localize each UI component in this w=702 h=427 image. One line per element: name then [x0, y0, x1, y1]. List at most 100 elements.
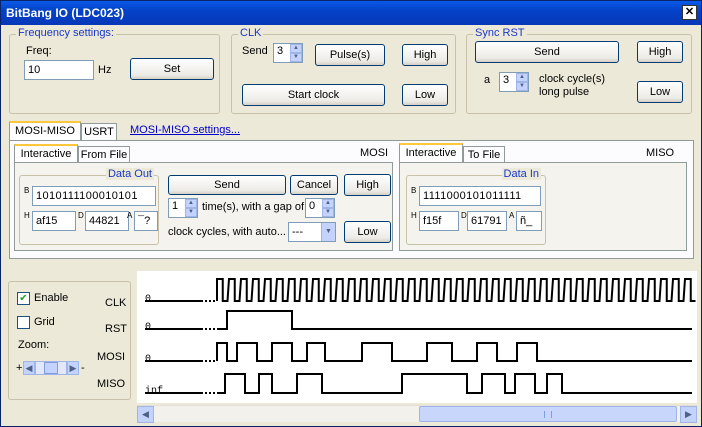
miso-b-label: B — [411, 186, 417, 195]
signal-start-mosi: 0 — [145, 354, 151, 365]
miso-a-label: A — [509, 211, 515, 220]
rst-low-button[interactable]: Low — [637, 81, 683, 103]
mosi-miso-panel: MOSI Interactive From File Data Out B 10… — [9, 140, 694, 259]
rst-cycles-label-1: clock cycle(s) — [539, 73, 606, 85]
window-title: BitBang IO (LDC023) — [6, 6, 125, 20]
mosi-b-label: B — [24, 186, 30, 195]
clk-group: CLK Send 3 ▲ ▼ Pulse(s) High Start clock … — [231, 27, 456, 114]
app-window: BitBang IO (LDC023) ✕ Frequency settings… — [0, 0, 702, 427]
mosi-gap-stepper[interactable]: 0 ▲ ▼ — [305, 198, 335, 218]
mosi-send-button[interactable]: Send — [168, 175, 286, 195]
close-icon: ✕ — [684, 6, 695, 18]
clk-pulse-count-value: 3 — [277, 45, 284, 57]
clk-low-button[interactable]: Low — [402, 84, 448, 106]
mosi-cancel-button[interactable]: Cancel — [290, 175, 338, 195]
tab-miso-interactive-label: Interactive — [405, 147, 457, 159]
signal-start-miso: inf — [145, 385, 163, 397]
zoom-thumb[interactable] — [44, 362, 58, 374]
mosi-interactive-panel: Data Out B 1010111100010101 H af15 D 448… — [14, 162, 393, 251]
pulses-button[interactable]: Pulse(s) — [315, 44, 385, 66]
mosi-miso-settings-link[interactable]: MOSI-MISO settings... — [130, 124, 240, 136]
check-icon: ✔ — [19, 293, 28, 304]
title-bar[interactable]: BitBang IO (LDC023) ✕ — [1, 1, 701, 25]
miso-dec-value: 61791 — [471, 215, 502, 227]
tab-usrt-label: USRT — [84, 126, 114, 138]
rst-cycles-stepper[interactable]: 3 ▲ ▼ — [499, 72, 529, 92]
enable-checkbox[interactable]: ✔ — [17, 292, 30, 305]
scroll-left-icon[interactable]: ◀ — [137, 406, 154, 423]
miso-dec-input[interactable]: 61791 — [467, 211, 507, 231]
mosi-cycles-label: clock cycles, with auto... — [168, 226, 286, 238]
freq-value: 10 — [28, 64, 41, 76]
scroll-right-icon[interactable]: ▶ — [680, 406, 697, 423]
tab-mosi-interactive[interactable]: Interactive — [14, 144, 78, 163]
clk-high-button[interactable]: High — [402, 44, 448, 66]
rst-send-button[interactable]: Send — [475, 41, 619, 63]
mosi-high-button[interactable]: High — [344, 174, 391, 196]
chevron-down-icon[interactable]: ▼ — [321, 223, 335, 241]
data-out-title: Data Out — [105, 168, 154, 180]
mosi-low-button[interactable]: Low — [344, 221, 391, 243]
mosi-times-value: 1 — [172, 200, 179, 212]
spin-down-icon[interactable]: ▼ — [516, 82, 528, 91]
spin-up-icon[interactable]: ▲ — [322, 199, 334, 208]
zoom-right-button[interactable]: ▶ — [67, 361, 79, 375]
close-button[interactable]: ✕ — [682, 5, 697, 20]
spin-down-icon[interactable]: ▼ — [290, 53, 302, 62]
wave-mosi — [145, 342, 692, 362]
spin-down-icon[interactable]: ▼ — [322, 208, 334, 217]
scrollbar-thumb[interactable] — [419, 406, 677, 422]
miso-hex-value: f15f — [423, 215, 442, 227]
mosi-times-stepper[interactable]: 1 ▲ ▼ — [168, 198, 198, 218]
mosi-auto-select[interactable]: --- ▼ — [288, 222, 336, 242]
signal-start-rst: 0 — [145, 322, 151, 333]
grid-label: Grid — [34, 316, 55, 328]
signal-start-clk: 0 — [145, 294, 151, 305]
miso-d-label: D — [461, 211, 467, 220]
spin-up-icon[interactable]: ▲ — [185, 199, 197, 208]
freq-input[interactable]: 10 — [24, 60, 94, 80]
spin-up-icon[interactable]: ▲ — [290, 44, 302, 53]
mosi-ascii-value: ¯? — [138, 215, 151, 227]
sync-rst-group-title: Sync RST — [473, 27, 527, 39]
rst-cycles-value: 3 — [503, 74, 510, 86]
miso-hex-input[interactable]: f15f — [419, 211, 459, 231]
spin-up-icon[interactable]: ▲ — [516, 73, 528, 82]
frequency-settings-group: Frequency settings: Freq: 10 Hz Set — [9, 27, 220, 114]
rst-cycles-label-2: long pulse — [539, 86, 590, 98]
zoom-minus-label: - — [81, 362, 85, 374]
mosi-times-label: time(s), with a gap of — [202, 201, 305, 213]
mosi-dec-value: 44821 — [89, 215, 120, 227]
mosi-d-label: D — [78, 211, 84, 220]
start-clock-button[interactable]: Start clock — [242, 84, 385, 106]
waveform-panel[interactable]: 0 0 0 inf — [137, 271, 697, 403]
mosi-hex-input[interactable]: af15 — [32, 211, 76, 231]
miso-ascii-input[interactable]: ñ_ — [516, 211, 542, 231]
mosi-ascii-input[interactable]: ¯? — [134, 211, 158, 231]
mosi-dec-input[interactable]: 44821 — [85, 211, 129, 231]
miso-ascii-value: ñ_ — [520, 215, 533, 227]
miso-binary-input[interactable]: 1111000101011111 — [419, 186, 541, 206]
zoom-plus-label: + — [16, 362, 23, 374]
rst-high-button[interactable]: High — [637, 41, 683, 63]
zoom-left-button[interactable]: ◀ — [23, 361, 35, 375]
tab-mosi-from-file[interactable]: From File — [78, 146, 130, 163]
tab-mosi-from-file-label: From File — [80, 149, 128, 161]
data-out-group: Data Out B 1010111100010101 H af15 D 448… — [19, 168, 159, 245]
clk-send-label: Send — [242, 45, 268, 57]
tab-usrt[interactable]: USRT — [81, 123, 117, 141]
tab-miso-to-file-label: To File — [467, 149, 501, 161]
zoom-label: Zoom: — [18, 339, 50, 351]
spin-down-icon[interactable]: ▼ — [185, 208, 197, 217]
horizontal-scrollbar[interactable]: ◀ ▶ — [137, 405, 697, 423]
clk-pulse-count-stepper[interactable]: 3 ▲ ▼ — [273, 43, 303, 63]
signal-label-miso: MISO — [97, 378, 126, 390]
mosi-binary-input[interactable]: 1010111100010101 — [32, 186, 156, 206]
tab-miso-interactive[interactable]: Interactive — [399, 143, 463, 163]
tab-miso-to-file[interactable]: To File — [463, 146, 505, 163]
zoom-slider[interactable] — [35, 361, 67, 375]
enable-label: Enable — [34, 292, 69, 304]
set-button[interactable]: Set — [130, 58, 214, 80]
tab-mosi-miso[interactable]: MOSI-MISO — [9, 121, 81, 141]
grid-checkbox[interactable] — [17, 316, 30, 329]
